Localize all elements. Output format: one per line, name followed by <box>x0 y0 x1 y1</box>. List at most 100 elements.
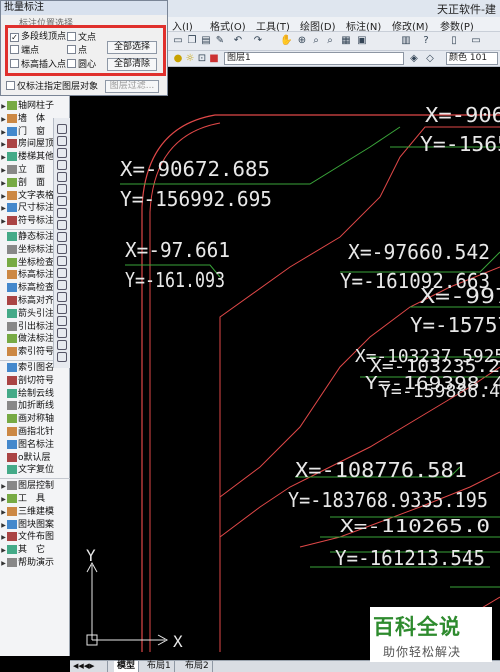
palette-item[interactable]: 画指北针 <box>0 426 70 438</box>
layer-states-icon[interactable]: ◇ <box>424 53 436 65</box>
coord-y-1: Y=-156992.695 <box>120 187 272 211</box>
draw-tool-icon[interactable] <box>57 292 67 302</box>
draw-tool-icon[interactable] <box>57 268 67 278</box>
option-circle-center[interactable]: 圆心 <box>67 59 96 71</box>
ucs-x-label: X <box>173 632 183 651</box>
draw-tool-icon[interactable] <box>57 304 67 314</box>
option-elevation-insert[interactable]: 标高插入点 <box>10 59 66 71</box>
palette-item[interactable]: 加折断线 <box>0 400 70 412</box>
palette-item[interactable]: ▶ 其 它 <box>0 544 70 556</box>
draw-tool-icon[interactable] <box>57 244 67 254</box>
draw-tool-icon[interactable] <box>57 208 67 218</box>
copy-icon[interactable]: ❐ <box>186 35 198 47</box>
menu-params[interactable]: 参数(P) <box>440 18 474 33</box>
layer-previous-icon[interactable]: ◈ <box>408 53 420 65</box>
palette-item-icon <box>7 283 17 293</box>
palette-item-icon <box>7 126 17 136</box>
draw-tool-icon[interactable] <box>57 184 67 194</box>
palette-item[interactable]: 文字复位 <box>0 464 70 476</box>
option-endpoint[interactable]: 端点 <box>10 45 39 57</box>
option-text-point[interactable]: 文点 <box>67 32 96 44</box>
palette-item-label: 轴网柱子 <box>18 101 55 111</box>
palette-item-icon <box>7 177 17 187</box>
palette-item[interactable]: 绘制云线 <box>0 388 70 400</box>
draw-tool-icon[interactable] <box>57 340 67 350</box>
menu-dimension[interactable]: 标注(N) <box>346 18 381 33</box>
color-dropdown[interactable]: 颜色 101 <box>446 52 498 65</box>
draw-tool-icon[interactable] <box>57 220 67 230</box>
palette-item[interactable]: ▶ 文件布图 <box>0 531 70 543</box>
palette-item[interactable]: 剖切符号 <box>0 375 70 387</box>
tab-layout2[interactable]: 布局2 <box>182 661 213 672</box>
tab-nav-arrows[interactable]: ◀◀◀▶ <box>70 661 108 672</box>
draw-tool-icon[interactable] <box>57 316 67 326</box>
select-all-button[interactable]: 全部选择 <box>107 41 157 54</box>
menu-tools[interactable]: 工具(T) <box>256 18 290 33</box>
menu-format[interactable]: 格式(O) <box>210 18 246 33</box>
draw-tool-icon[interactable] <box>57 148 67 158</box>
option-point[interactable]: 点 <box>67 45 87 57</box>
checkbox-icon <box>10 45 19 54</box>
expand-arrow-icon: ▶ <box>1 103 6 110</box>
tab-layout1[interactable]: 布局1 <box>144 661 175 672</box>
match-icon[interactable]: ✎ <box>214 35 226 47</box>
zoom-window-icon[interactable]: ⌕ <box>310 35 322 47</box>
palette-item-label: 坐标标注 <box>18 244 55 255</box>
palette-item[interactable]: ▶ 轴网柱子 <box>0 100 70 112</box>
menu-draw[interactable]: 绘图(D) <box>300 18 336 33</box>
palette-item[interactable]: 画对称轴 <box>0 413 70 425</box>
ucs-y-label: Y <box>86 546 96 565</box>
palette-item-label: 文件布图 <box>18 532 55 543</box>
palette-item-label: 图块图案 <box>18 519 55 530</box>
palette-item-label: 帮助演示 <box>18 558 55 568</box>
expand-arrow-icon: ▶ <box>1 167 6 174</box>
palette-item[interactable]: ▶ 三维建模 <box>0 506 70 518</box>
palette-item[interactable]: ▶ 图层控制 <box>0 480 70 492</box>
sheet-icon[interactable]: ▯ <box>448 35 460 47</box>
palette-item[interactable]: ▶ 图块图案 <box>0 519 70 531</box>
open-icon[interactable]: ▭ <box>172 35 184 47</box>
palette-item-icon <box>7 545 17 555</box>
layer-dropdown[interactable]: 图层1 <box>224 52 404 65</box>
zoom-previous-icon[interactable]: ⌕ <box>324 35 336 47</box>
palette-item-icon <box>7 270 17 280</box>
draw-tool-icon[interactable] <box>57 196 67 206</box>
properties-icon[interactable]: ▦ <box>340 35 352 47</box>
drawing-canvas[interactable]: X=-90672.685 Y=-156992.695 X=-97.661 Y=-… <box>70 67 500 660</box>
option-label: 文点 <box>78 33 97 43</box>
draw-tool-icon[interactable] <box>57 160 67 170</box>
menu-modify[interactable]: 修改(M) <box>392 18 428 33</box>
layer-toolbar: ● ☼ ⊡ ■ 图层1 ◈ ◇ 颜色 101 <box>168 51 500 67</box>
help-icon[interactable]: ? <box>420 35 432 47</box>
design-center-icon[interactable]: ▣ <box>356 35 368 47</box>
pan-icon[interactable]: ✋ <box>280 35 292 47</box>
option-layer-filter[interactable]: 仅标注指定图层对象 <box>6 81 98 93</box>
draw-tool-icon[interactable] <box>57 280 67 290</box>
undo-icon[interactable]: ↶ <box>232 35 244 47</box>
plot-icon[interactable]: ▭ <box>470 35 482 47</box>
draw-tool-icon[interactable] <box>57 124 67 134</box>
draw-tool-icon[interactable] <box>57 232 67 242</box>
palette-item[interactable]: ▶ 工 具 <box>0 493 70 505</box>
tab-model[interactable]: 模型 <box>114 661 140 672</box>
paste-icon[interactable]: ▤ <box>200 35 212 47</box>
lock-icon: ⊡ <box>197 53 207 64</box>
zoom-realtime-icon[interactable]: ⊕ <box>296 35 308 47</box>
expand-arrow-icon: ▶ <box>1 534 6 542</box>
clear-all-button[interactable]: 全部清除 <box>107 58 157 71</box>
palette-item[interactable]: 图名标注 <box>0 439 70 451</box>
palette-item-label: 索引符号 <box>18 347 55 358</box>
draw-tool-icon[interactable] <box>57 352 67 362</box>
draw-tool-icon[interactable] <box>57 136 67 146</box>
redo-icon[interactable]: ↷ <box>252 35 264 47</box>
menu-insert[interactable]: 入(I) <box>172 18 193 33</box>
draw-tool-icon[interactable] <box>57 172 67 182</box>
layer-filter-button[interactable]: 图层过滤... <box>105 80 159 93</box>
palette-item[interactable]: ▶ 帮助演示 <box>0 557 70 569</box>
cad-window: 天正软件-建 入(I) 格式(O) 工具(T) 绘图(D) 标注(N) 修改(M… <box>0 0 500 672</box>
draw-tool-icon[interactable] <box>57 256 67 266</box>
draw-tool-icon[interactable] <box>57 328 67 338</box>
palette-item[interactable]: o默认层 <box>0 452 70 464</box>
calc-icon[interactable]: ▥ <box>400 35 412 47</box>
option-polyline-vertex[interactable]: ✓ 多段线顶点 <box>10 32 66 43</box>
